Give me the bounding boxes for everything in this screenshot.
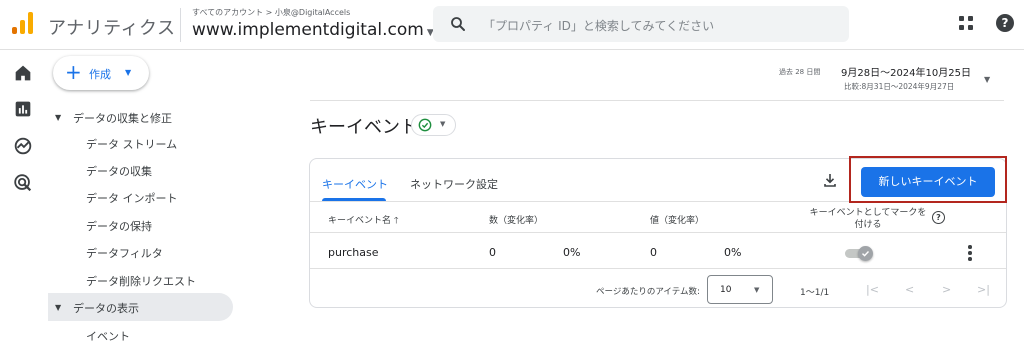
help-circle-icon[interactable]: ?	[932, 211, 945, 224]
help-icon[interactable]: ?	[996, 14, 1014, 32]
chevron-down-icon: ▼	[754, 286, 760, 294]
date-range-main[interactable]: 9月28日～2024年10月25日	[841, 64, 971, 79]
explore-icon[interactable]	[12, 135, 34, 157]
header-divider	[180, 8, 181, 42]
divider	[310, 268, 1006, 269]
items-per-page-select[interactable]: 10 ▼	[707, 275, 773, 304]
value-change-cell: 0%	[724, 246, 742, 259]
mark-as-key-event-toggle[interactable]	[845, 246, 873, 261]
column-header-mark: キーイベントとしてマークを付ける	[809, 208, 927, 230]
previous-page-icon[interactable]: <	[905, 283, 914, 296]
nav-item-data-streams[interactable]: データ ストリーム	[86, 136, 177, 152]
more-vert-icon[interactable]	[966, 244, 974, 262]
nav-item-data-collection[interactable]: データの収集	[86, 163, 152, 179]
search-box[interactable]: 「プロパティ ID」と検索してみてください	[433, 6, 849, 42]
account-breadcrumb[interactable]: すべてのアカウント > 小泉@DigitalAccels	[192, 7, 350, 18]
value-cell: 0	[650, 246, 657, 259]
next-page-icon[interactable]: >	[942, 283, 951, 296]
reports-icon[interactable]	[12, 98, 34, 120]
property-name: www.implementdigital.com	[192, 20, 424, 40]
column-header-name[interactable]: キーイベント名 🡑	[328, 213, 399, 229]
property-selector[interactable]: www.implementdigital.com ▼	[192, 20, 434, 40]
last-page-icon[interactable]: >|	[977, 283, 990, 296]
advertising-icon[interactable]	[12, 172, 34, 194]
chevron-down-icon: ▼	[440, 120, 446, 128]
check-icon	[862, 251, 870, 257]
event-name-cell: purchase	[328, 246, 379, 259]
count-cell: 0	[489, 246, 496, 259]
plus-icon: +	[65, 60, 82, 84]
tab-network-settings[interactable]: ネットワーク設定	[410, 176, 498, 192]
top-app-bar: アナリティクス すべてのアカウント > 小泉@DigitalAccels www…	[0, 0, 1024, 50]
download-icon[interactable]	[822, 172, 838, 188]
column-header-name-label: キーイベント名	[328, 216, 392, 226]
analytics-logo-icon[interactable]	[12, 12, 36, 34]
date-range-compare[interactable]: 比較:8月31日～2024年9月27日	[844, 81, 954, 92]
chevron-down-icon: ▼	[125, 68, 132, 77]
nav-item-data-deletion[interactable]: データ削除リクエスト	[86, 273, 196, 289]
date-range-tag: 過去 28 日間	[779, 68, 821, 76]
divider	[310, 232, 1006, 233]
toggle-knob	[858, 246, 873, 261]
column-header-value[interactable]: 値（変化率）	[650, 213, 704, 226]
create-button[interactable]: + 作成 ▼	[53, 56, 149, 90]
count-change-cell: 0%	[563, 246, 581, 259]
arrow-up-icon: 🡑	[393, 216, 399, 226]
nav-section-data-collection[interactable]: データの収集と修正	[73, 110, 172, 126]
collapse-caret-icon[interactable]: ▼	[55, 303, 61, 312]
check-circle-icon	[418, 118, 432, 132]
search-input[interactable]: 「プロパティ ID」と検索してみてください	[483, 17, 714, 34]
collapse-caret-icon[interactable]: ▼	[55, 113, 61, 122]
nav-section-data-display[interactable]: データの表示	[73, 300, 139, 316]
apps-grid-icon[interactable]	[959, 16, 974, 31]
app-name[interactable]: アナリティクス	[48, 14, 176, 40]
create-button-label: 作成	[89, 68, 111, 81]
nav-item-events[interactable]: イベント	[86, 328, 130, 344]
status-dropdown[interactable]: ▼	[411, 114, 456, 136]
items-per-page-label: ページあたりのアイテム数:	[596, 287, 700, 297]
nav-item-data-filters[interactable]: データフィルタ	[86, 245, 163, 261]
tab-key-events[interactable]: キーイベント	[322, 176, 388, 192]
items-per-page-value: 10	[720, 285, 732, 295]
nav-item-data-retention[interactable]: データの保持	[86, 218, 152, 234]
search-icon	[451, 17, 465, 31]
column-header-count[interactable]: 数（変化率）	[489, 213, 543, 226]
divider	[310, 100, 1004, 101]
highlight-annotation-box	[849, 156, 1007, 203]
page-title: キーイベント	[310, 117, 418, 138]
nav-item-data-import[interactable]: データ インポート	[86, 190, 178, 206]
home-icon[interactable]	[12, 62, 34, 84]
pagination-range: 1～1/1	[800, 288, 830, 298]
chevron-down-icon[interactable]: ▼	[984, 75, 990, 84]
first-page-icon[interactable]: |<	[866, 283, 879, 296]
